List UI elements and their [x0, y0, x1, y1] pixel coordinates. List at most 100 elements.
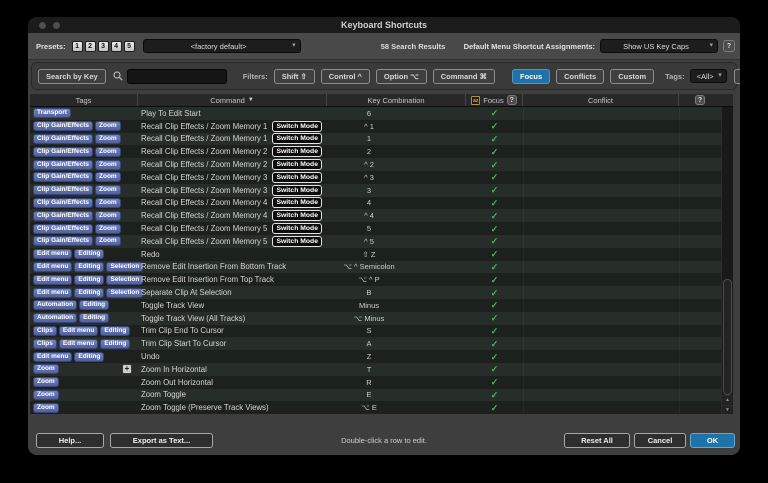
- tag-pill[interactable]: Clip Gain/Effects: [33, 198, 93, 208]
- tag-pill[interactable]: Edit menu: [33, 249, 72, 259]
- tag-pill[interactable]: Clips: [33, 339, 57, 349]
- tag-pill[interactable]: Editing: [74, 275, 104, 285]
- preset-button-5[interactable]: 5: [124, 41, 135, 52]
- modifier-filter-button[interactable]: Control ^: [321, 69, 370, 84]
- tag-pill[interactable]: Clip Gain/Effects: [33, 211, 93, 221]
- export-as-text-button[interactable]: Export as Text...: [110, 433, 213, 448]
- tag-pill[interactable]: Clip Gain/Effects: [33, 236, 93, 246]
- switch-mode-button[interactable]: Switch Mode: [272, 133, 322, 144]
- minimize-window-icon[interactable]: [53, 22, 60, 29]
- switch-mode-button[interactable]: Switch Mode: [272, 146, 322, 157]
- table-row[interactable]: Edit menuEditingUndoZ✓: [30, 350, 721, 363]
- tag-pill[interactable]: Editing: [100, 339, 130, 349]
- table-row[interactable]: Clip Gain/EffectsZoomRecall Clip Effects…: [30, 197, 721, 210]
- tag-pill[interactable]: Clip Gain/Effects: [33, 160, 93, 170]
- tag-pill[interactable]: Zoom: [33, 377, 59, 387]
- tag-pill[interactable]: Editing: [74, 352, 104, 362]
- tag-pill[interactable]: Clip Gain/Effects: [33, 134, 93, 144]
- table-row[interactable]: TransportPlay To Edit Start6✓: [30, 107, 721, 120]
- filter-conflicts-button[interactable]: Conflicts: [556, 69, 604, 84]
- tag-pill[interactable]: Editing: [74, 249, 104, 259]
- table-row[interactable]: ZoomZoom ToggleE✓: [30, 389, 721, 402]
- tag-pill[interactable]: Edit menu: [33, 275, 72, 285]
- column-header-tags[interactable]: Tags: [30, 94, 138, 106]
- tag-pill[interactable]: Clip Gain/Effects: [33, 172, 93, 182]
- table-row[interactable]: Edit menuEditingSelectionRemove Edit Ins…: [30, 273, 721, 286]
- search-input[interactable]: [127, 69, 227, 84]
- tag-pill[interactable]: Editing: [74, 288, 104, 298]
- tag-pill[interactable]: Clip Gain/Effects: [33, 121, 93, 131]
- table-row[interactable]: Clip Gain/EffectsZoomRecall Clip Effects…: [30, 171, 721, 184]
- switch-mode-button[interactable]: Switch Mode: [272, 121, 322, 132]
- tag-pill[interactable]: Zoom: [95, 224, 121, 234]
- table-row[interactable]: AutomationEditingToggle Track View (All …: [30, 312, 721, 325]
- column-header-focus[interactable]: az Focus ?: [466, 94, 523, 106]
- tag-pill[interactable]: Editing: [79, 313, 109, 323]
- switch-mode-button[interactable]: Switch Mode: [272, 236, 322, 247]
- table-row[interactable]: ClipsEdit menuEditingTrim Clip End To Cu…: [30, 325, 721, 338]
- modifier-filter-button[interactable]: Shift ⇧: [274, 69, 315, 84]
- tag-pill[interactable]: Editing: [74, 262, 104, 272]
- table-row[interactable]: Zoom+Zoom In HorizontalT✓: [30, 363, 721, 376]
- tag-pill[interactable]: Zoom: [95, 121, 121, 131]
- preset-button-2[interactable]: 2: [85, 41, 96, 52]
- table-row[interactable]: AutomationEditingToggle Track ViewMinus✓: [30, 299, 721, 312]
- tag-pill[interactable]: Clip Gain/Effects: [33, 185, 93, 195]
- conflict-help-button[interactable]: ?: [695, 95, 705, 105]
- table-row[interactable]: ClipsEdit menuEditingTrim Clip Start To …: [30, 337, 721, 350]
- tag-pill[interactable]: Automation: [33, 313, 77, 323]
- tag-pill[interactable]: Editing: [100, 326, 130, 336]
- tag-pill[interactable]: Automation: [33, 300, 77, 310]
- reset-all-button[interactable]: Reset All: [564, 433, 630, 448]
- column-header-key-combination[interactable]: Key Combination: [327, 94, 466, 106]
- tag-pill[interactable]: Zoom: [95, 236, 121, 246]
- table-row[interactable]: ZoomZoom Toggle (Preserve Track Views)⌥ …: [30, 401, 721, 414]
- close-window-icon[interactable]: [39, 22, 46, 29]
- filter-focus-button[interactable]: Focus: [512, 69, 550, 84]
- tag-pill[interactable]: Editing: [79, 300, 109, 310]
- expand-button[interactable]: +: [122, 364, 132, 374]
- search-by-key-button[interactable]: Search by Key: [38, 69, 106, 84]
- table-row[interactable]: Clip Gain/EffectsZoomRecall Clip Effects…: [30, 145, 721, 158]
- tag-pill[interactable]: Zoom: [33, 403, 59, 413]
- scrollbar-thumb[interactable]: [723, 279, 732, 395]
- table-row[interactable]: Clip Gain/EffectsZoomRecall Clip Effects…: [30, 133, 721, 146]
- tag-pill[interactable]: Edit menu: [59, 326, 98, 336]
- preset-button-4[interactable]: 4: [111, 41, 122, 52]
- cancel-button[interactable]: Cancel: [634, 433, 686, 448]
- tag-pill[interactable]: Edit menu: [33, 288, 72, 298]
- table-row[interactable]: Clip Gain/EffectsZoomRecall Clip Effects…: [30, 209, 721, 222]
- table-row[interactable]: ZoomZoom Out HorizontalR✓: [30, 376, 721, 389]
- tag-pill[interactable]: Zoom: [95, 198, 121, 208]
- tag-pill[interactable]: Edit menu: [33, 262, 72, 272]
- table-row[interactable]: Edit menuEditingSelectionRemove Edit Ins…: [30, 261, 721, 274]
- ok-button[interactable]: OK: [690, 433, 735, 448]
- tag-pill[interactable]: Zoom: [95, 160, 121, 170]
- tag-pill[interactable]: Edit menu: [33, 352, 72, 362]
- table-row[interactable]: Clip Gain/EffectsZoomRecall Clip Effects…: [30, 184, 721, 197]
- tags-dropdown[interactable]: <All> ▾: [690, 69, 727, 83]
- tag-pill[interactable]: Clips: [33, 326, 57, 336]
- tag-pill[interactable]: Transport: [33, 108, 71, 118]
- filter-custom-button[interactable]: Custom: [610, 69, 654, 84]
- tag-pill[interactable]: Zoom: [95, 172, 121, 182]
- table-row[interactable]: Clip Gain/EffectsZoomRecall Clip Effects…: [30, 120, 721, 133]
- assignments-dropdown[interactable]: Show US Key Caps ▾: [600, 39, 718, 53]
- vertical-scrollbar[interactable]: ▲ ▼: [721, 107, 733, 415]
- column-header-command[interactable]: Command ▼: [138, 94, 327, 106]
- tag-pill[interactable]: Zoom: [95, 211, 121, 221]
- switch-mode-button[interactable]: Switch Mode: [272, 210, 322, 221]
- tag-pill[interactable]: Zoom: [95, 147, 121, 157]
- modifier-filter-button[interactable]: Command ⌘: [433, 69, 495, 84]
- tag-pill[interactable]: Zoom: [33, 364, 59, 374]
- table-row[interactable]: Edit menuEditingRedo⇧ Z✓: [30, 248, 721, 261]
- column-header-conflict[interactable]: Conflict: [523, 94, 679, 106]
- preset-button-3[interactable]: 3: [98, 41, 109, 52]
- scroll-up-icon[interactable]: ▲: [722, 395, 733, 405]
- tag-pill[interactable]: Zoom: [33, 390, 59, 400]
- table-row[interactable]: Clip Gain/EffectsZoomRecall Clip Effects…: [30, 222, 721, 235]
- tag-pill[interactable]: Clip Gain/Effects: [33, 147, 93, 157]
- modifier-filter-button[interactable]: Option ⌥: [376, 69, 427, 84]
- switch-mode-button[interactable]: Switch Mode: [272, 197, 322, 208]
- switch-mode-button[interactable]: Switch Mode: [272, 172, 322, 183]
